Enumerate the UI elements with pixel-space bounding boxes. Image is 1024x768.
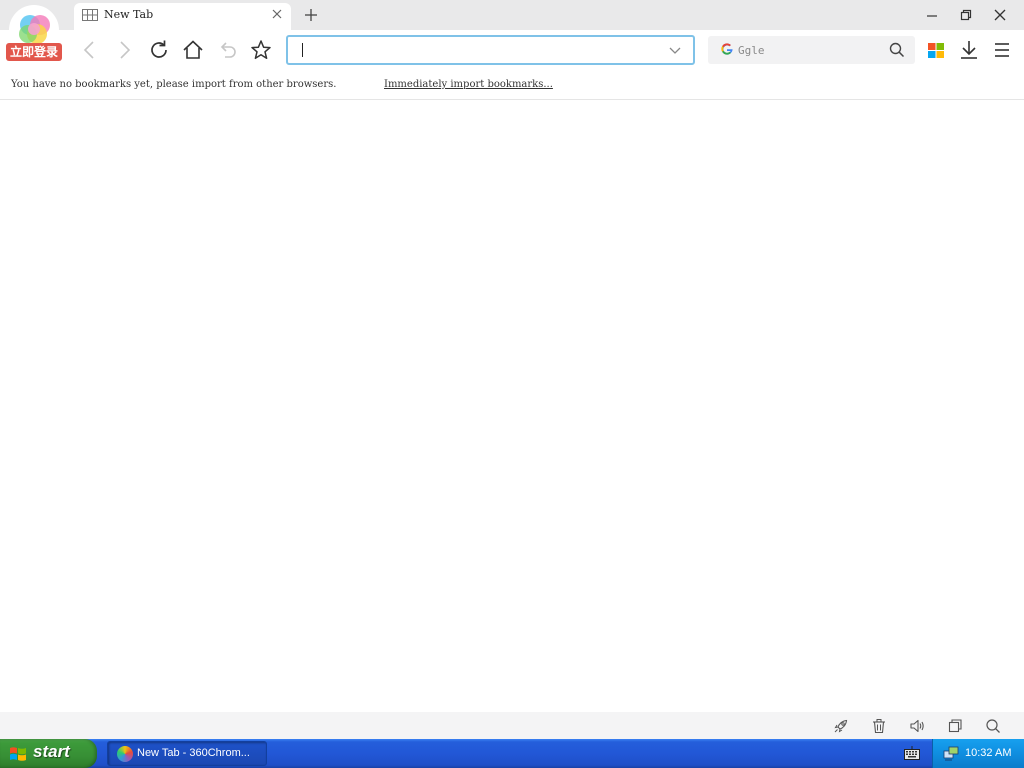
start-label: start <box>33 742 70 761</box>
menu-button[interactable] <box>990 38 1014 62</box>
hamburger-menu-icon <box>995 43 1009 57</box>
import-bookmarks-link[interactable]: Immediately import bookmarks... <box>384 79 553 90</box>
downloads-button[interactable] <box>957 38 981 62</box>
taskbar-item-browser[interactable]: New Tab - 360Chrom... <box>107 741 267 766</box>
bookmarks-bar: You have no bookmarks yet, please import… <box>0 70 1024 100</box>
reload-icon <box>151 40 167 58</box>
window-copy-icon[interactable] <box>947 718 963 734</box>
undo-icon <box>220 42 236 58</box>
search-icon[interactable] <box>889 42 905 58</box>
forward-arrow-icon <box>120 41 131 59</box>
undo-close-tab-button[interactable] <box>215 38 239 62</box>
page-content <box>0 100 1024 712</box>
reload-button[interactable] <box>147 38 171 62</box>
home-button[interactable] <box>181 38 205 62</box>
search-input[interactable] <box>738 41 878 59</box>
new-tab-grid-icon <box>82 9 98 21</box>
tab-title: New Tab <box>104 8 154 21</box>
trash-icon[interactable] <box>871 718 887 734</box>
os-taskbar: start New Tab - 360Chrom... 10:32 AM <box>0 739 1024 768</box>
no-bookmarks-message: You have no bookmarks yet, please import… <box>11 79 337 90</box>
new-tab-plus-icon[interactable] <box>301 5 321 25</box>
windows-flag-icon <box>10 747 26 761</box>
speaker-icon[interactable] <box>909 718 925 734</box>
address-bar[interactable] <box>286 35 695 65</box>
rocket-accelerate-icon[interactable] <box>833 718 849 734</box>
title-bar: 立即登录 New Tab <box>0 0 1024 61</box>
download-icon <box>961 41 977 59</box>
network-icon[interactable] <box>943 745 959 761</box>
close-icon <box>994 9 1006 21</box>
apps-button[interactable] <box>924 38 948 62</box>
bookmark-star-button[interactable] <box>249 38 273 62</box>
keyboard-icon[interactable] <box>904 746 920 760</box>
browser-app-icon <box>117 746 133 762</box>
minimize-icon <box>927 15 937 17</box>
tab-new-tab[interactable]: New Tab <box>74 3 291 30</box>
google-icon[interactable] <box>720 42 734 59</box>
forward-button[interactable] <box>112 38 136 62</box>
minimize-button[interactable] <box>915 0 949 30</box>
back-arrow-icon <box>83 41 94 59</box>
system-tray: 10:32 AM <box>932 739 1024 768</box>
chevron-down-icon[interactable] <box>669 45 681 55</box>
restore-button[interactable] <box>949 0 983 30</box>
zoom-search-icon[interactable] <box>985 718 1001 734</box>
text-caret <box>302 43 303 57</box>
start-button[interactable]: start <box>0 739 97 768</box>
login-badge[interactable]: 立即登录 <box>6 43 63 61</box>
close-window-button[interactable] <box>983 0 1017 30</box>
search-box[interactable] <box>708 36 915 64</box>
close-tab-icon[interactable] <box>271 8 283 20</box>
browser-logo[interactable]: 立即登录 <box>4 5 64 63</box>
restore-icon <box>960 9 972 21</box>
back-button[interactable] <box>78 38 102 62</box>
apps-grid-icon <box>928 43 944 58</box>
navigation-toolbar <box>0 30 1024 70</box>
address-input[interactable] <box>296 40 656 60</box>
taskbar-item-label: New Tab - 360Chrom... <box>137 747 250 759</box>
clock: 10:32 AM <box>965 747 1012 759</box>
home-icon <box>183 40 203 59</box>
star-icon <box>251 40 271 60</box>
browser-status-bar <box>0 712 1024 739</box>
